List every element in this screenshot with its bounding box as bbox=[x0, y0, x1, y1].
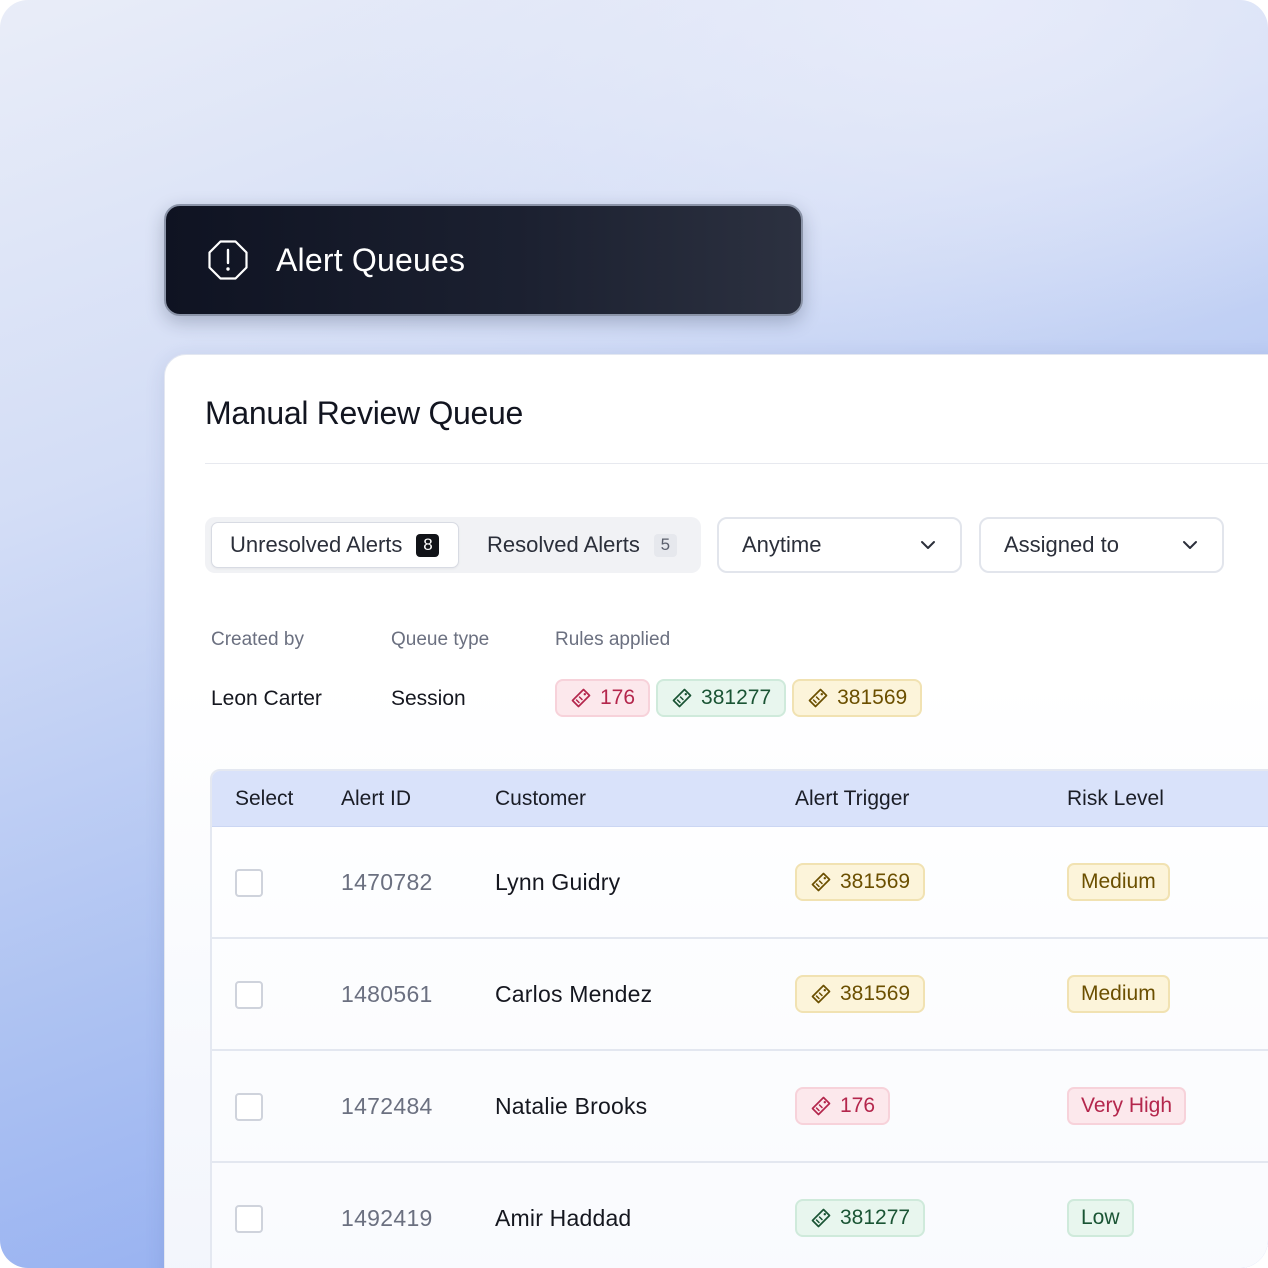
risk-badge: Low bbox=[1067, 1199, 1134, 1237]
row-select-checkbox[interactable] bbox=[235, 1093, 263, 1121]
tab-label: Unresolved Alerts bbox=[230, 532, 403, 557]
alert-id-cell: 1492419 bbox=[341, 1205, 433, 1231]
tab-unresolved-alerts[interactable]: Unresolved Alerts 8 bbox=[211, 522, 459, 568]
table-row[interactable]: 1480561 Carlos Mendez 381569 Medium bbox=[212, 939, 1268, 1051]
rule-tag[interactable]: 381569 bbox=[792, 679, 923, 717]
tag-icon bbox=[811, 1096, 831, 1116]
risk-badge: Very High bbox=[1067, 1087, 1187, 1125]
customer-cell: Amir Haddad bbox=[495, 1205, 632, 1231]
alert-trigger-cell: 176 bbox=[795, 1087, 891, 1125]
rule-tag[interactable]: 176 bbox=[555, 679, 651, 717]
row-select-checkbox[interactable] bbox=[235, 981, 263, 1009]
risk-badge: Medium bbox=[1067, 863, 1170, 901]
page-background: Alert Queues Manual Review Queue Unresol… bbox=[0, 0, 1268, 1268]
alert-status-tabs: Unresolved Alerts 8 Resolved Alerts 5 bbox=[205, 517, 701, 573]
customer-cell: Natalie Brooks bbox=[495, 1093, 648, 1119]
rules-applied-label: Rules applied bbox=[555, 629, 671, 650]
alerts-table: Select Alert ID Customer Alert Trigger R… bbox=[210, 769, 1268, 1268]
assigned-filter-value: Assigned to bbox=[1004, 532, 1119, 557]
rule-tag[interactable]: 381569 bbox=[795, 975, 926, 1013]
rule-id: 381277 bbox=[701, 686, 772, 709]
alert-octagon-icon bbox=[208, 240, 248, 280]
alert-id-cell: 1470782 bbox=[341, 869, 433, 895]
rule-id: 381569 bbox=[837, 686, 908, 709]
customer-cell: Lynn Guidry bbox=[495, 869, 621, 895]
column-header-customer[interactable]: Customer bbox=[495, 787, 586, 811]
rule-tag[interactable]: 176 bbox=[795, 1087, 891, 1125]
customer-cell: Carlos Mendez bbox=[495, 981, 653, 1007]
rule-tag[interactable]: 381277 bbox=[795, 1199, 926, 1237]
table-header: Select Alert ID Customer Alert Trigger R… bbox=[212, 771, 1268, 827]
risk-level-cell: Medium bbox=[1067, 975, 1170, 1013]
table-row[interactable]: 1492419 Amir Haddad 381277 Low bbox=[212, 1163, 1268, 1268]
tag-icon bbox=[811, 1208, 831, 1228]
table-row[interactable]: 1470782 Lynn Guidry 381569 Medium bbox=[212, 827, 1268, 939]
rule-tag[interactable]: 381569 bbox=[795, 863, 926, 901]
column-header-risk-level[interactable]: Risk Level bbox=[1067, 787, 1164, 811]
tag-icon bbox=[811, 984, 831, 1004]
assigned-filter-dropdown[interactable]: Assigned to bbox=[979, 517, 1224, 573]
risk-level-cell: Low bbox=[1067, 1199, 1134, 1237]
time-filter-dropdown[interactable]: Anytime bbox=[717, 517, 962, 573]
page-title: Manual Review Queue bbox=[205, 395, 524, 431]
count-badge: 8 bbox=[416, 533, 440, 557]
queue-type-value: Session bbox=[391, 687, 466, 710]
column-header-alert-id[interactable]: Alert ID bbox=[341, 787, 411, 811]
tab-resolved-alerts[interactable]: Resolved Alerts 5 bbox=[487, 522, 697, 568]
alert-trigger-cell: 381569 bbox=[795, 975, 926, 1013]
created-by-label: Created by bbox=[211, 629, 304, 650]
created-by-value: Leon Carter bbox=[211, 687, 322, 710]
divider bbox=[205, 463, 1268, 464]
tag-icon bbox=[811, 872, 831, 892]
rule-id: 381277 bbox=[840, 1206, 911, 1229]
column-header-select[interactable]: Select bbox=[235, 787, 293, 811]
count-badge: 5 bbox=[653, 533, 677, 557]
header-title: Alert Queues bbox=[276, 241, 466, 278]
alert-queues-header[interactable]: Alert Queues bbox=[164, 204, 803, 316]
risk-badge: Medium bbox=[1067, 975, 1170, 1013]
alert-trigger-cell: 381569 bbox=[795, 863, 926, 901]
chevron-down-icon bbox=[1183, 541, 1197, 549]
alert-id-cell: 1472484 bbox=[341, 1093, 433, 1119]
table-row[interactable]: 1472484 Natalie Brooks 176 Very High bbox=[212, 1051, 1268, 1163]
time-filter-value: Anytime bbox=[742, 532, 822, 557]
rule-id: 176 bbox=[600, 686, 636, 709]
tag-icon bbox=[808, 688, 828, 708]
queue-type-label: Queue type bbox=[391, 629, 490, 650]
column-header-alert-trigger[interactable]: Alert Trigger bbox=[795, 787, 909, 811]
row-select-checkbox[interactable] bbox=[235, 869, 263, 897]
alert-trigger-cell: 381277 bbox=[795, 1199, 926, 1237]
risk-level-cell: Very High bbox=[1067, 1087, 1187, 1125]
tab-label: Resolved Alerts bbox=[487, 532, 640, 557]
row-select-checkbox[interactable] bbox=[235, 1205, 263, 1233]
rule-id: 381569 bbox=[840, 982, 911, 1005]
risk-level-cell: Medium bbox=[1067, 863, 1170, 901]
alert-id-cell: 1480561 bbox=[341, 981, 433, 1007]
chevron-down-icon bbox=[921, 541, 935, 549]
review-queue-card: Manual Review Queue Unresolved Alerts 8 … bbox=[164, 354, 1268, 1268]
rule-id: 176 bbox=[840, 1094, 876, 1117]
table-body: 1470782 Lynn Guidry 381569 Medium 1480561 Car… bbox=[212, 827, 1268, 1268]
rule-tag[interactable]: 381277 bbox=[656, 679, 787, 717]
rules-applied-list: 176 381277 381569 bbox=[555, 679, 923, 717]
tag-icon bbox=[672, 688, 692, 708]
tag-icon bbox=[571, 688, 591, 708]
rule-id: 381569 bbox=[840, 870, 911, 893]
